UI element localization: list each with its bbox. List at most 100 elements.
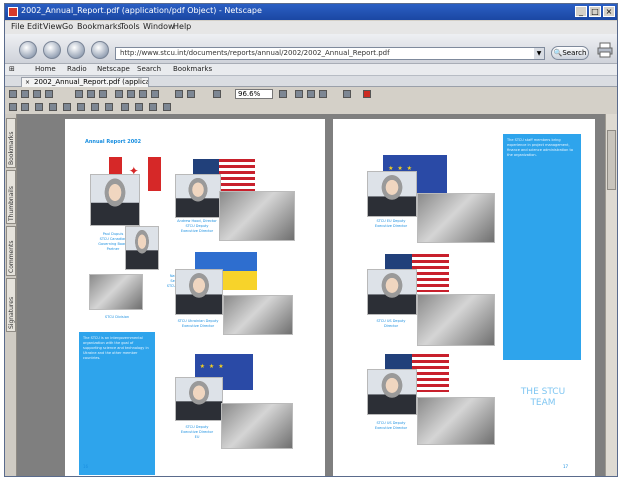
- maximize-button[interactable]: □: [589, 6, 601, 17]
- fit-page-icon[interactable]: [307, 90, 315, 98]
- link-icon[interactable]: [149, 103, 157, 111]
- menu-go[interactable]: Go: [62, 22, 73, 31]
- group-photo: [219, 191, 295, 241]
- comment-icon[interactable]: [9, 103, 17, 111]
- forward-button[interactable]: [43, 41, 61, 59]
- text-edit-icon[interactable]: [21, 103, 29, 111]
- group-photo: [417, 397, 495, 445]
- next-page-icon[interactable]: [139, 90, 147, 98]
- tab-label: 2002_Annual_Report.pdf (applicatio...: [34, 78, 148, 86]
- menu-help[interactable]: Help: [173, 22, 191, 31]
- pdf-document-view[interactable]: Annual Report 2002 Paul Dupuis STCU Cana…: [17, 114, 617, 476]
- app-icon: [8, 7, 18, 17]
- caption-group: STCU Division: [104, 315, 130, 319]
- group-photo: [417, 193, 495, 243]
- search-button-label: Search: [562, 49, 587, 57]
- bookmark-radio[interactable]: Radio: [67, 65, 87, 73]
- page-number: 16: [83, 464, 89, 469]
- underline-icon[interactable]: [77, 103, 85, 111]
- actual-size-icon[interactable]: [295, 90, 303, 98]
- group-photo: [223, 295, 293, 335]
- scrollbar-thumb[interactable]: [607, 130, 616, 190]
- menu-view[interactable]: View: [43, 22, 62, 31]
- last-page-icon[interactable]: [151, 90, 159, 98]
- email-icon[interactable]: [33, 90, 41, 98]
- stop-button[interactable]: [91, 41, 109, 59]
- stamp-icon[interactable]: [91, 103, 99, 111]
- reload-button[interactable]: [67, 41, 85, 59]
- menu-tools[interactable]: Tools: [120, 22, 140, 31]
- tab-close-icon[interactable]: ×: [25, 79, 32, 86]
- caption-us3: STCU US Deputy Executive Director: [374, 421, 408, 430]
- text-box-icon[interactable]: [35, 103, 43, 111]
- tab-pdf-document[interactable]: × 2002_Annual_Report.pdf (applicatio...: [21, 77, 149, 87]
- print-icon[interactable]: [597, 42, 613, 58]
- page-heading: Annual Report 2002: [85, 139, 142, 145]
- fit-width-icon[interactable]: [319, 90, 327, 98]
- bookmark-home[interactable]: Home: [35, 65, 56, 73]
- bookmarks-toolbar: ⊞ Home Radio Netscape Search Bookmarks: [5, 64, 617, 76]
- first-page-icon[interactable]: [115, 90, 123, 98]
- menu-bookmarks[interactable]: Bookmarks: [77, 22, 122, 31]
- portrait-photo: [175, 377, 223, 421]
- pencil-icon[interactable]: [49, 103, 57, 111]
- window-title: 2002_Annual_Report.pdf (application/pdf …: [21, 6, 262, 15]
- acrobat-help-icon[interactable]: [363, 90, 371, 98]
- url-dropdown-icon[interactable]: ▼: [534, 48, 544, 59]
- bookmark-netscape[interactable]: Netscape: [97, 65, 130, 73]
- crop-icon[interactable]: [135, 103, 143, 111]
- title-bar: 2002_Annual_Report.pdf (application/pdf …: [5, 4, 617, 20]
- side-tab-bookmarks[interactable]: Bookmarks: [6, 118, 16, 168]
- minimize-button[interactable]: _: [575, 6, 587, 17]
- portrait-photo-woman: [125, 226, 159, 270]
- close-button[interactable]: ×: [603, 6, 615, 17]
- back-button[interactable]: [19, 41, 37, 59]
- zoom-out-icon[interactable]: [213, 90, 221, 98]
- url-input[interactable]: http://www.stcu.int/documents/reports/an…: [115, 47, 545, 60]
- go-forward-icon[interactable]: [187, 90, 195, 98]
- acrobat-toolbar-1: 96.6%: [5, 88, 617, 100]
- intro-text-box: The STCU is an intergovernmental organiz…: [79, 332, 155, 475]
- page-number: 17: [563, 464, 569, 469]
- attach-icon[interactable]: [105, 103, 113, 111]
- save-icon[interactable]: [9, 90, 17, 98]
- print-pdf-icon[interactable]: [21, 90, 29, 98]
- side-tab-comments[interactable]: Comments: [6, 226, 16, 276]
- staff-text-box: The STCU staff members bring experience …: [503, 134, 581, 360]
- go-back-icon[interactable]: [175, 90, 183, 98]
- bookmark-bookmarks[interactable]: Bookmarks: [173, 65, 212, 73]
- caption-eu: STCU Deputy Executive Director EU: [180, 425, 214, 439]
- navigation-toolbar: http://www.stcu.int/documents/reports/an…: [5, 34, 617, 64]
- portrait-photo: [367, 269, 417, 315]
- portrait-photo: [367, 369, 417, 415]
- portrait-photo: [367, 171, 417, 217]
- portrait-photo: [175, 269, 223, 315]
- rotate-icon[interactable]: [343, 90, 351, 98]
- caption-us2: STCU US Deputy Director: [376, 319, 406, 328]
- snapshot-icon[interactable]: [99, 90, 107, 98]
- side-tab-signatures[interactable]: Signatures: [6, 278, 16, 332]
- signature-icon[interactable]: [121, 103, 129, 111]
- portrait-photo: [90, 174, 140, 226]
- side-tab-thumbnails[interactable]: Thumbnails: [6, 170, 16, 224]
- group-photo: [417, 294, 495, 346]
- article-icon[interactable]: [163, 103, 171, 111]
- caption-eu: STCU EU Deputy Executive Director: [374, 219, 408, 228]
- vertical-scrollbar[interactable]: [605, 114, 617, 476]
- pdf-page-right: STCU EU Deputy Executive Director STCU U…: [333, 119, 595, 476]
- bookmarks-toggle-icon[interactable]: ⊞: [9, 65, 15, 73]
- hand-tool-icon[interactable]: [75, 90, 83, 98]
- prev-page-icon[interactable]: [127, 90, 135, 98]
- bookmark-search[interactable]: Search: [137, 65, 161, 73]
- menu-window[interactable]: Window: [143, 22, 175, 31]
- zoom-input[interactable]: 96.6%: [235, 89, 273, 99]
- menu-bar: File Edit View Go Bookmarks Tools Window…: [5, 21, 617, 34]
- search-pdf-icon[interactable]: [45, 90, 53, 98]
- select-text-icon[interactable]: [87, 90, 95, 98]
- zoom-in-icon[interactable]: [279, 90, 287, 98]
- search-button[interactable]: 🔍Search: [551, 46, 589, 60]
- caption-usa: Andrew Hood, Director STCU Deputy Execut…: [177, 219, 217, 233]
- highlight-icon[interactable]: [63, 103, 71, 111]
- menu-edit[interactable]: Edit: [27, 22, 43, 31]
- menu-file[interactable]: File: [11, 22, 24, 31]
